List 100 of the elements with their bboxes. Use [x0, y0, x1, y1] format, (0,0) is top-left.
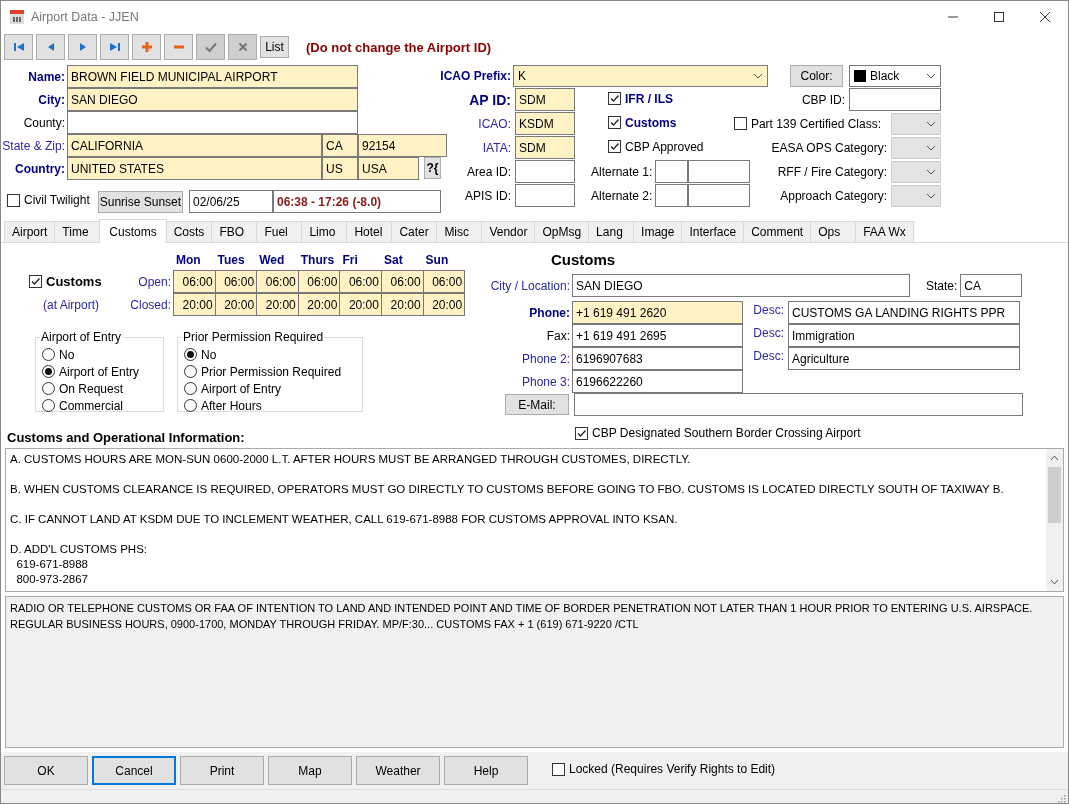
remarks-box[interactable]	[5, 596, 1064, 748]
next-record-button[interactable]	[68, 34, 97, 60]
checkbox[interactable]: Civil Twilight	[7, 193, 90, 208]
time-field[interactable]: 06:00	[214, 270, 258, 293]
tab[interactable]: FBO	[211, 221, 258, 242]
time-field[interactable]: 20:00	[380, 293, 424, 316]
text-field[interactable]: Agriculture	[788, 347, 1020, 370]
text-field[interactable]	[849, 88, 941, 111]
radio-button[interactable]: On Request	[42, 380, 124, 397]
dialog-button[interactable]: Cancel	[92, 756, 176, 785]
radio-button[interactable]: Commercial	[42, 397, 123, 414]
previous-record-button[interactable]	[36, 34, 65, 60]
time-field[interactable]: 20:00	[339, 293, 382, 316]
text-field[interactable]: 6196622260	[572, 370, 743, 393]
first-record-button[interactable]	[4, 34, 33, 60]
time-field[interactable]: 20:00	[297, 293, 341, 316]
text-field[interactable]	[515, 184, 575, 207]
text-field[interactable]: SDM	[515, 88, 575, 111]
time-field[interactable]: 20:00	[422, 293, 466, 316]
time-field[interactable]: 20:00	[256, 293, 299, 316]
checkbox[interactable]: Customs	[29, 274, 102, 289]
tab[interactable]: FAA Wx	[855, 221, 914, 242]
time-field[interactable]: 20:00	[173, 293, 216, 316]
list-button[interactable]: List	[260, 36, 289, 58]
add-button[interactable]	[132, 34, 161, 60]
text-field[interactable]: 02/06/25	[189, 190, 273, 213]
text-field[interactable]: CA	[322, 134, 358, 157]
dialog-button[interactable]: Map	[268, 756, 352, 785]
tab[interactable]: Image	[633, 221, 683, 242]
text-field[interactable]: BROWN FIELD MUNICIPAL AIRPORT	[67, 65, 358, 88]
text-field[interactable]: SAN DIEGO	[67, 88, 358, 111]
tab[interactable]: Lang	[588, 221, 635, 242]
checkbox[interactable]: CBP Designated Southern Border Crossing Airport	[575, 426, 861, 440]
tab[interactable]: Cater	[391, 221, 438, 242]
scroll-thumb[interactable]	[1048, 467, 1061, 523]
radio-button[interactable]: Prior Permission Required	[184, 363, 342, 380]
text-field[interactable]: CALIFORNIA	[67, 134, 322, 157]
tab[interactable]: Hotel	[346, 221, 393, 242]
time-field[interactable]: 06:00	[422, 270, 466, 293]
color-button[interactable]: Color:	[790, 65, 843, 87]
tab[interactable]: Airport	[4, 221, 56, 242]
color-dropdown[interactable]: Black	[849, 65, 941, 87]
text-field[interactable]: SDM	[515, 136, 575, 159]
checkbox[interactable]: Part 139 Certified Class:	[733, 116, 881, 131]
text-field[interactable]: UNITED STATES	[67, 157, 322, 180]
text-field[interactable]	[655, 160, 689, 183]
sunrise-sunset-button[interactable]: Sunrise Sunset	[97, 190, 183, 213]
text-field[interactable]	[688, 160, 751, 183]
text-field[interactable]	[67, 111, 358, 134]
text-field[interactable]: SAN DIEGO	[572, 274, 910, 297]
tab[interactable]: Vendor	[481, 221, 536, 242]
text-field[interactable]: USA	[358, 157, 419, 180]
radio-button[interactable]: Airport of Entry	[42, 363, 140, 380]
text-field[interactable]: +1 619 491 2695	[572, 324, 743, 347]
tab[interactable]: Limo	[301, 221, 348, 242]
tab[interactable]: OpMsg	[534, 221, 590, 242]
radio-button[interactable]: After Hours	[184, 397, 262, 414]
text-field[interactable]	[688, 184, 751, 207]
radio-button[interactable]: Airport of Entry	[184, 380, 282, 397]
time-field[interactable]: 06:00	[339, 270, 382, 293]
text-field[interactable]: +1 619 491 2620	[572, 301, 743, 324]
radio-button[interactable]: No	[184, 346, 217, 363]
checkbox[interactable]: IFR / ILS	[608, 91, 673, 106]
text-field[interactable]: US	[322, 157, 358, 180]
delete-button[interactable]	[164, 34, 193, 60]
checkbox[interactable]: Customs	[608, 115, 677, 130]
text-field[interactable]: CA	[960, 274, 1023, 297]
time-field[interactable]: 06:00	[256, 270, 299, 293]
tab[interactable]: Comment	[743, 221, 812, 242]
chevron-up-icon[interactable]	[1050, 455, 1059, 461]
time-field[interactable]: 06:00	[173, 270, 216, 293]
text-field[interactable]: 6196907683	[572, 347, 743, 370]
text-field[interactable]	[515, 160, 575, 183]
text-field[interactable]	[655, 184, 689, 207]
chevron-down-icon[interactable]	[1050, 579, 1059, 585]
time-field[interactable]: 06:00	[380, 270, 424, 293]
tab[interactable]: Costs	[165, 221, 213, 242]
tab[interactable]: Fuel	[256, 221, 303, 242]
time-field[interactable]: 06:00	[297, 270, 341, 293]
last-record-button[interactable]	[100, 34, 129, 60]
email-button[interactable]: E-Mail:	[505, 394, 569, 415]
dialog-button[interactable]: Help	[444, 756, 528, 785]
dialog-button[interactable]: Print	[180, 756, 264, 785]
tab[interactable]: Misc	[436, 221, 483, 242]
checkbox[interactable]: CBP Approved	[608, 139, 704, 154]
text-field[interactable]: 92154	[358, 134, 447, 157]
dialog-button[interactable]: OK	[4, 756, 88, 785]
tab[interactable]: Time	[54, 221, 101, 242]
tab[interactable]: Interface	[681, 221, 745, 242]
tab[interactable]: Ops	[810, 221, 857, 242]
text-field[interactable]: CUSTOMS GA LANDING RIGHTS PPR	[788, 301, 1020, 324]
lookup-button[interactable]: ?{	[424, 157, 441, 179]
checkbox[interactable]: Locked (Requires Verify Rights to Edit)	[552, 762, 776, 777]
dialog-button[interactable]: Weather	[356, 756, 440, 785]
tab[interactable]: Customs	[99, 219, 167, 243]
icao-prefix-dropdown[interactable]: K	[513, 65, 768, 87]
time-field[interactable]: 20:00	[214, 293, 258, 316]
text-field[interactable]	[574, 393, 1023, 416]
scrollbar[interactable]	[1046, 449, 1063, 591]
resize-grip-icon[interactable]	[1056, 793, 1066, 803]
